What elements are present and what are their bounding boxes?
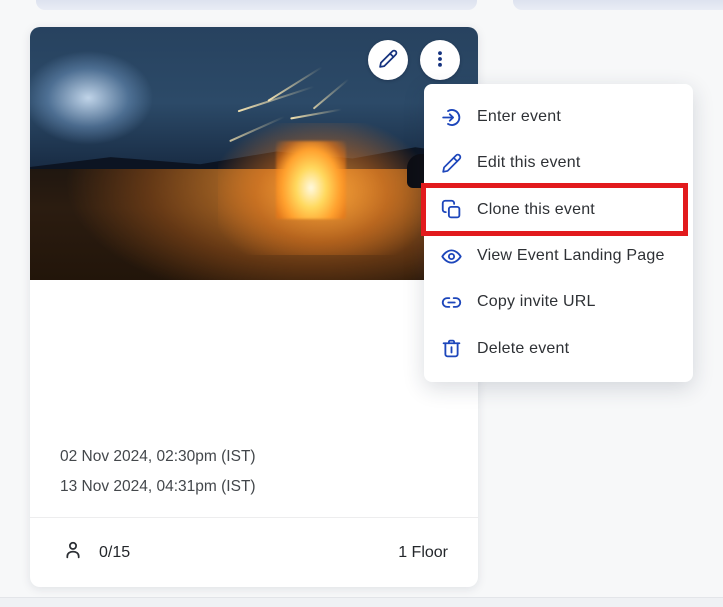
event-card: Testing space 02 Nov 2024, 02:30pm (IST)… <box>30 27 478 587</box>
clone-icon <box>441 199 462 220</box>
more-options-button[interactable] <box>420 40 460 80</box>
menu-item-label: Clone this event <box>477 201 595 219</box>
kebab-menu-icon <box>430 49 450 72</box>
event-card-footer: 0/15 1 Floor <box>30 517 478 587</box>
menu-item-label: Copy invite URL <box>477 293 596 311</box>
link-icon <box>441 292 462 313</box>
previous-row-card-edge <box>513 0 723 10</box>
menu-item-label: Delete event <box>477 340 569 358</box>
events-page: Testing space 02 Nov 2024, 02:30pm (IST)… <box>0 0 723 606</box>
menu-item-label: Enter event <box>477 108 561 126</box>
photo-spark <box>312 78 349 109</box>
menu-item-clone-this-event[interactable]: Clone this event <box>424 187 693 233</box>
event-end-datetime: 13 Nov 2024, 04:31pm (IST) <box>60 472 256 502</box>
menu-item-delete-event[interactable]: Delete event <box>424 325 693 371</box>
attendee-count: 0/15 <box>99 544 130 562</box>
menu-item-enter-event[interactable]: Enter event <box>424 94 693 140</box>
menu-item-edit-this-event[interactable]: Edit this event <box>424 140 693 186</box>
menu-item-view-event-landing-page[interactable]: View Event Landing Page <box>424 233 693 279</box>
event-start-datetime: 02 Nov 2024, 02:30pm (IST) <box>60 442 256 472</box>
photo-spark <box>290 109 342 120</box>
pencil-icon <box>378 49 398 72</box>
trash-icon <box>441 338 462 359</box>
photo-spark <box>238 86 315 113</box>
pencil-icon <box>441 153 462 174</box>
edit-event-button[interactable] <box>368 40 408 80</box>
menu-item-copy-invite-url[interactable]: Copy invite URL <box>424 279 693 325</box>
event-options-menu: Enter event Edit this event Clone this e… <box>424 84 693 382</box>
event-cover-photo <box>30 27 478 280</box>
event-dates: 02 Nov 2024, 02:30pm (IST) 13 Nov 2024, … <box>60 442 256 502</box>
photo-spark <box>267 66 322 102</box>
menu-item-label: Edit this event <box>477 154 581 172</box>
previous-row-card-edge <box>36 0 477 10</box>
photo-campfire <box>276 141 346 219</box>
eye-icon <box>441 246 462 267</box>
menu-item-label: View Event Landing Page <box>477 247 665 265</box>
enter-icon <box>441 107 462 128</box>
attendee-capacity: 0/15 <box>62 539 130 566</box>
person-icon <box>62 539 84 566</box>
floor-count: 1 Floor <box>398 544 448 562</box>
